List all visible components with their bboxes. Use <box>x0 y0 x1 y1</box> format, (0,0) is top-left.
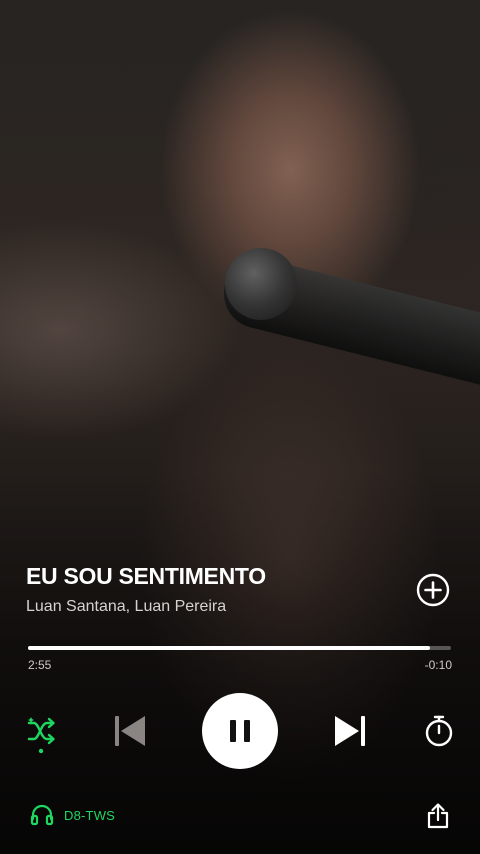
device-name: D8-TWS <box>64 807 116 823</box>
progress-bar[interactable] <box>28 646 451 650</box>
shuffle-icon <box>27 717 55 745</box>
share-icon <box>427 803 449 829</box>
skip-previous-icon <box>115 716 145 746</box>
skip-next-icon <box>335 716 365 746</box>
track-title[interactable]: EU SOU SENTIMENTO <box>26 563 266 590</box>
add-to-library-button[interactable] <box>416 573 450 607</box>
pause-icon <box>230 720 250 742</box>
share-button[interactable] <box>425 802 451 830</box>
pause-button[interactable] <box>202 693 278 769</box>
shuffle-button[interactable] <box>26 715 58 755</box>
progress-fill <box>28 646 430 650</box>
headphones-icon <box>30 804 54 826</box>
elapsed-time: 2:55 <box>28 658 52 672</box>
shuffle-active-dot <box>38 748 44 754</box>
next-button[interactable] <box>332 713 368 749</box>
track-artist[interactable]: Luan Santana, Luan Pereira <box>26 598 226 616</box>
connected-device[interactable]: D8-TWS <box>30 804 115 826</box>
previous-button[interactable] <box>112 713 148 749</box>
sleep-timer-button[interactable] <box>422 714 456 748</box>
remaining-time: -0:10 <box>424 658 452 672</box>
sleep-timer-icon <box>425 715 453 747</box>
add-circle-icon <box>416 573 450 607</box>
